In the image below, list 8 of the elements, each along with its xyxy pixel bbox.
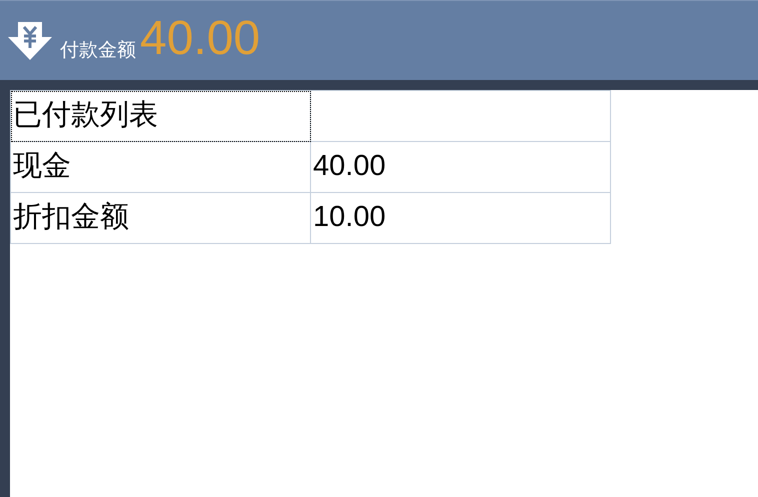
- table-cell: 折扣金额: [10, 192, 310, 244]
- amount-value: 40.00: [140, 14, 260, 62]
- table-cell: 40.00: [310, 142, 610, 192]
- table-cell: 现金: [10, 142, 310, 192]
- yen-download-icon: [8, 20, 52, 60]
- amount-label: 付款金额: [60, 39, 136, 64]
- table-cell: 10.00: [310, 192, 610, 244]
- table-header-cell: 已付款列表: [10, 90, 310, 142]
